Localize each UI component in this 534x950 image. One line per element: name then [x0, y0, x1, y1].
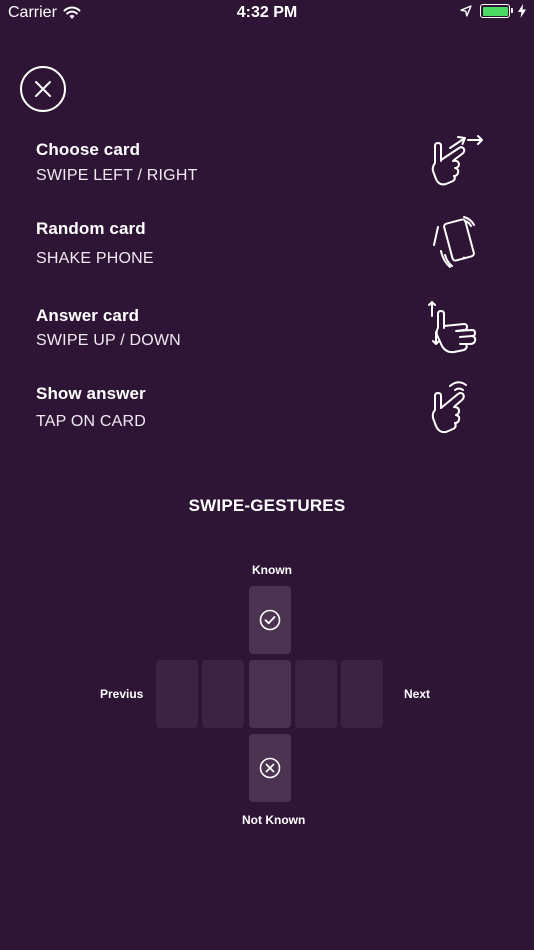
- instruction-subtitle: SWIPE LEFT / RIGHT: [36, 167, 198, 184]
- status-right: [460, 4, 526, 18]
- instruction-subtitle: SHAKE PHONE: [36, 250, 154, 267]
- card-tile: [202, 660, 244, 728]
- instruction-subtitle: TAP ON CARD: [36, 413, 147, 430]
- tap-icon: [431, 381, 467, 434]
- close-icon: [35, 81, 51, 97]
- status-time: 4:32 PM: [236, 4, 298, 21]
- next-label: Next: [404, 687, 431, 701]
- instruction-title: Random card: [36, 219, 146, 238]
- instruction-random-card: Random card SHAKE PHONE: [36, 216, 496, 279]
- card-tile: [156, 660, 198, 728]
- card-tile: [295, 660, 337, 728]
- swipe-up-down-icon: [428, 301, 477, 354]
- location-arrow-icon: [460, 5, 472, 17]
- instruction-answer-card: Answer card SWIPE UP / DOWN: [36, 301, 496, 366]
- instruction-title: Answer card: [36, 306, 140, 325]
- instruction-choose-card: Choose card SWIPE LEFT / RIGHT: [36, 135, 496, 200]
- swipe-gestures-title: SWIPE-GESTURES: [188, 496, 346, 515]
- not-known-label: Not Known: [242, 813, 306, 827]
- known-tile: [249, 586, 291, 654]
- shake-phone-icon: [433, 216, 475, 268]
- status-bar: Carrier 4:32 PM: [0, 0, 534, 28]
- instruction-title: Show answer: [36, 384, 146, 403]
- known-label: Known: [252, 563, 292, 577]
- charging-bolt-icon: [518, 4, 526, 18]
- battery-icon: [480, 4, 513, 18]
- instruction-subtitle: SWIPE UP / DOWN: [36, 332, 181, 349]
- close-button[interactable]: [20, 66, 66, 112]
- card-tile: [341, 660, 383, 728]
- current-card-tile: [249, 660, 291, 728]
- not-known-tile: [249, 734, 291, 802]
- battery-fill: [482, 6, 508, 16]
- instruction-show-answer: Show answer TAP ON CARD: [36, 381, 496, 444]
- check-circle-icon: [259, 609, 281, 631]
- instruction-title: Choose card: [36, 140, 141, 159]
- previous-label: Previus: [100, 687, 144, 701]
- x-circle-icon: [259, 757, 281, 779]
- swipe-left-right-icon: [431, 135, 483, 186]
